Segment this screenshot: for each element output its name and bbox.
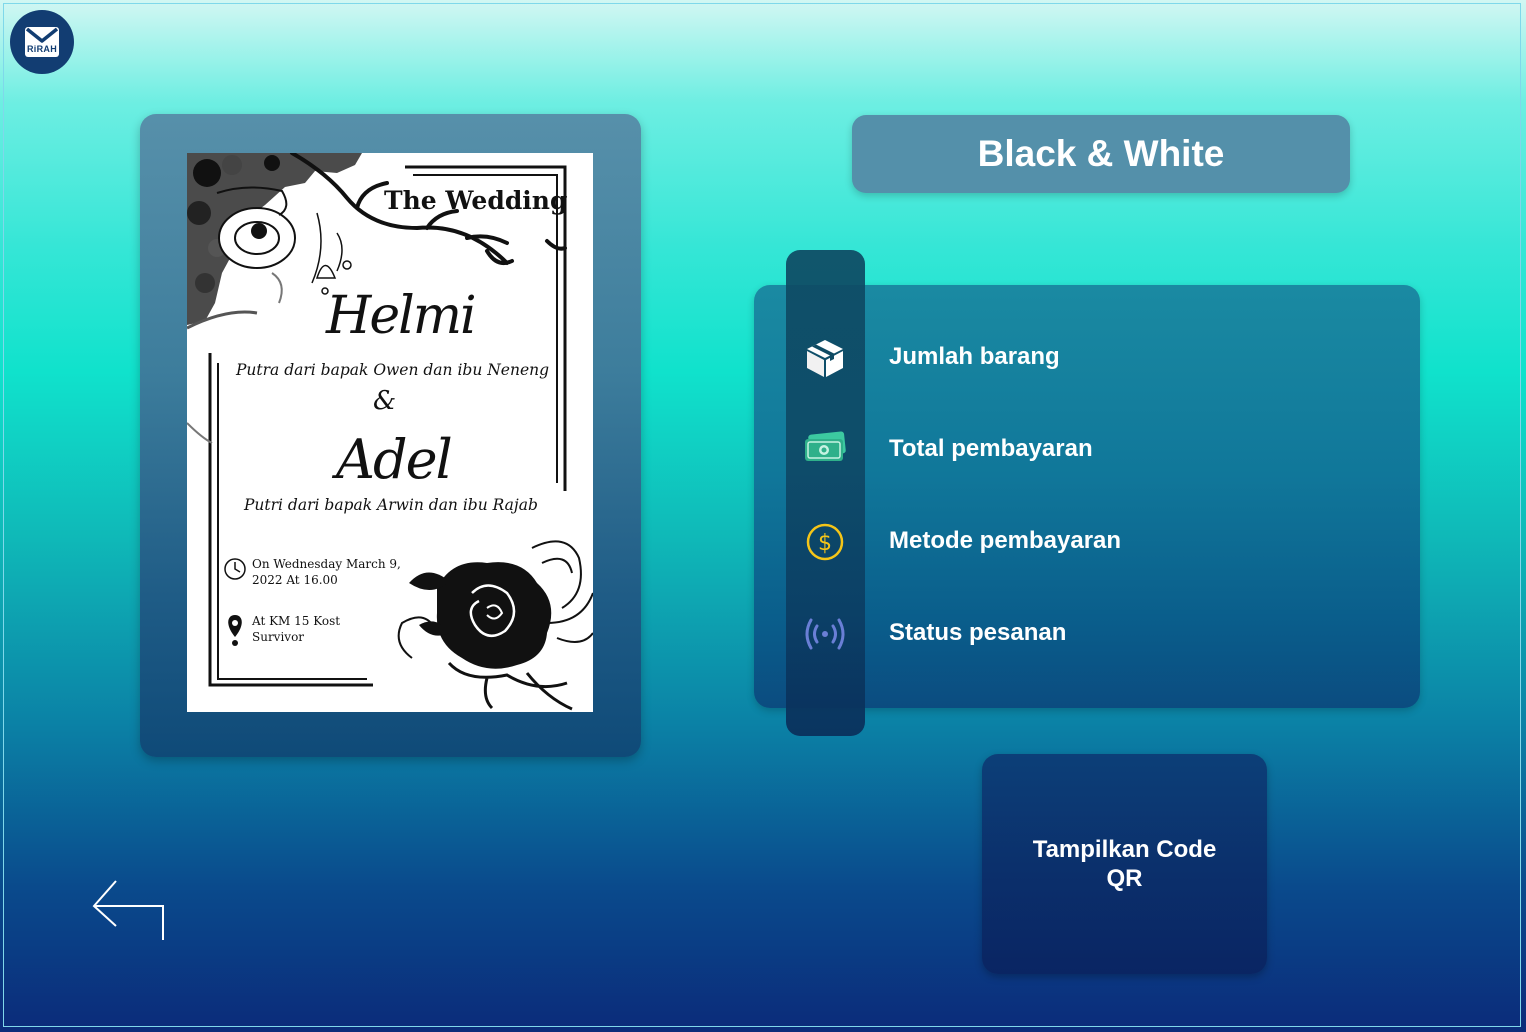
detail-row-total: Total pembayaran [0,420,1526,480]
package-icon [803,336,847,380]
detail-row-status: Status pesanan [0,604,1526,664]
money-icon [803,426,847,470]
logo-text: RiRAH [27,44,57,54]
dollar-coin-icon: $ [803,520,847,564]
detail-label-quantity: Jumlah barang [889,343,1060,370]
detail-label-payment-method: Metode pembayaran [889,527,1122,554]
detail-row-payment-method: $ Metode pembayaran [0,512,1526,572]
product-title: Black & White [852,115,1350,193]
back-arrow-icon [92,880,164,940]
detail-label-total: Total pembayaran [889,435,1093,462]
app-logo[interactable]: RiRAH [10,10,74,74]
broadcast-icon [803,612,847,656]
svg-text:$: $ [818,531,832,556]
qr-button-label: Tampilkan Code QR [1032,836,1217,892]
detail-label-status: Status pesanan [889,619,1067,646]
envelope-icon: RiRAH [25,27,59,57]
product-name: Black & White [977,133,1225,174]
invitation-title: The Wedding [384,186,568,215]
detail-row-quantity: Jumlah barang [0,328,1526,388]
show-qr-code-button[interactable]: Tampilkan Code QR [982,754,1267,974]
back-button[interactable] [90,876,170,946]
invitation-ampersand: & [373,386,397,416]
